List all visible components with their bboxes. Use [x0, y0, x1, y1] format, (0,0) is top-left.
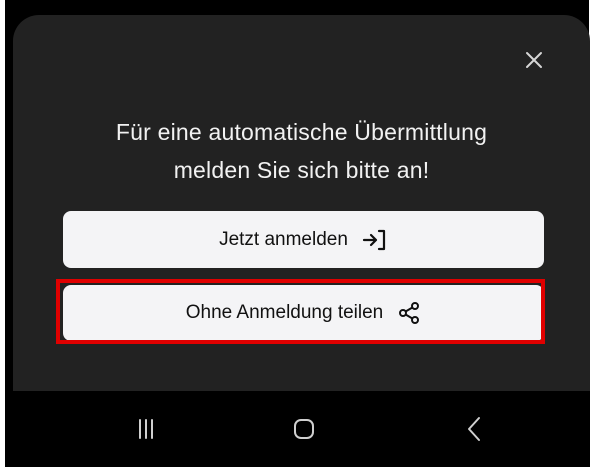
share-icon	[397, 301, 421, 325]
dialog-title-line-2: melden Sie sich bitte an!	[173, 157, 430, 183]
close-icon	[526, 52, 542, 68]
share-button-label: Ohne Anmeldung teilen	[185, 302, 384, 323]
share-without-login-button[interactable]: Ohne Anmeldung teilen	[63, 285, 544, 341]
system-navigation-bar	[5, 391, 590, 467]
dialog-title: Für eine automatische Übermittlung melde…	[13, 113, 590, 189]
screen: Für eine automatische Übermittlung melde…	[0, 0, 590, 467]
back-button[interactable]	[434, 391, 514, 467]
recents-icon	[139, 419, 153, 439]
login-arrow-icon	[362, 228, 388, 252]
close-button[interactable]	[518, 44, 550, 76]
dialog-title-line-1: Für eine automatische Übermittlung	[115, 119, 488, 145]
back-icon	[468, 417, 480, 441]
home-button[interactable]	[264, 391, 344, 467]
home-icon	[294, 419, 314, 439]
login-button[interactable]: Jetzt anmelden	[63, 211, 544, 268]
login-button-label: Jetzt anmelden	[219, 228, 348, 250]
recents-button[interactable]	[106, 391, 186, 467]
